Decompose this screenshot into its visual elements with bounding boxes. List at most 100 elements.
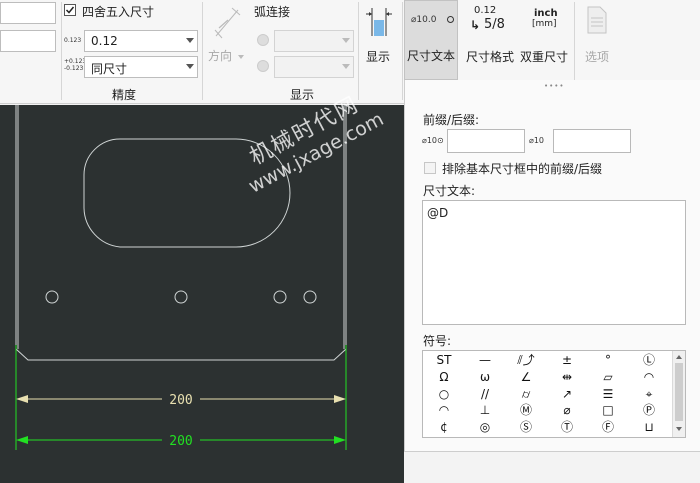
direction-button[interactable]: 方向 (208, 47, 244, 64)
symbol-grid: ST — ⫽⤴ ± ° Ⓛ Ωω ∠ ⇹ ▱ ◠ ○//⌭ ↗ ☰ ⌖ ◠ ⊥ Ⓜ ⌀ □ Ⓟ ¢ ◎ Ⓢ Ⓣ Ⓕ ⊔ (425, 352, 671, 436)
separator (202, 2, 203, 100)
dim-text-popup: •••• 前缀/后缀: ⌀10⊙ ⌀10 排除基本尺寸框中的前缀/后缀 尺寸文本… (404, 80, 700, 452)
prefix-input[interactable] (447, 129, 525, 153)
symbol-button[interactable]: — (470, 352, 500, 368)
direction-icon (214, 7, 241, 39)
symbol-button[interactable]: ⇹ (552, 369, 582, 385)
precision-icon: 0.123 (64, 37, 82, 44)
symbol-button[interactable]: ° (593, 352, 623, 368)
circle-icon (447, 16, 454, 23)
arc-radio-icon (257, 34, 269, 46)
symbol-button[interactable]: // (470, 386, 500, 402)
left-cut-input-2[interactable] (0, 30, 56, 52)
dim-format-icon-bottom: 5/8 (484, 17, 505, 32)
dual-dim-icon-bottom: [mm] (532, 19, 557, 29)
part-outline (15, 105, 347, 361)
symbol-button[interactable]: ◠ (429, 402, 459, 418)
part-drawing: 200 200 (15, 105, 347, 450)
symbol-button[interactable]: ▱ (593, 369, 623, 385)
precision-value: 0.12 (91, 34, 118, 48)
symbol-button[interactable]: Ⓟ (634, 402, 664, 418)
dim-format-button[interactable]: 0.12 ↳ 5/8 尺寸格式 (462, 2, 516, 76)
direction-label: 方向 (208, 49, 233, 63)
symbol-button[interactable]: ⊔ (634, 419, 664, 435)
exclude-checkbox[interactable] (424, 162, 436, 174)
dim-text-label: 尺寸文本: (423, 184, 476, 198)
hole (174, 290, 188, 304)
symbol-button[interactable]: Ⓢ (511, 419, 541, 435)
dim-text-area[interactable]: @D (422, 200, 686, 325)
symbol-button[interactable]: □ (593, 402, 623, 418)
symbol-button[interactable]: ¢ (429, 419, 459, 435)
display-button[interactable]: 显示 (360, 2, 398, 76)
options-button[interactable]: 选项 (578, 2, 618, 76)
hole (45, 290, 59, 304)
chevron-down-icon (186, 38, 194, 43)
symbol-button[interactable]: ω (470, 369, 500, 385)
tolerance-select[interactable]: 同尺寸 (84, 56, 198, 78)
arc-radio-icon (257, 60, 269, 72)
suffix-input[interactable] (553, 129, 631, 153)
chevron-down-icon (186, 64, 194, 69)
drawing-canvas[interactable]: 200 200 (0, 105, 404, 483)
symbol-button[interactable]: ST (429, 352, 459, 368)
chevron-down-icon (342, 38, 350, 43)
symbol-button[interactable]: ↗ (552, 386, 582, 402)
dual-dim-button-label: 双重尺寸 (520, 50, 569, 64)
symbol-palette: ST — ⫽⤴ ± ° Ⓛ Ωω ∠ ⇹ ▱ ◠ ○//⌭ ↗ ☰ ⌖ ◠ ⊥ Ⓜ ⌀ □ Ⓟ ¢ ◎ Ⓢ Ⓣ Ⓕ ⊔ (422, 350, 686, 438)
symbol-button[interactable]: ∠ (511, 369, 541, 385)
symbol-button[interactable]: ⫽⤴ (511, 352, 541, 368)
exclude-checkbox-label: 排除基本尺寸框中的前缀/后缀 (442, 162, 603, 176)
arrowhead (334, 436, 346, 444)
chevron-down-icon (237, 54, 244, 59)
symbols-label: 符号: (423, 334, 452, 348)
arc-select-1[interactable] (274, 30, 354, 52)
dim-text-symbol-icon: ⌀10.0 (411, 15, 437, 25)
arrowhead (334, 395, 346, 403)
hole (273, 290, 287, 304)
dim-text-top: 200 (169, 393, 192, 408)
scroll-up-icon[interactable] (676, 355, 682, 359)
symbol-button[interactable]: Ⓜ (511, 402, 541, 418)
symbol-button[interactable]: ± (552, 352, 582, 368)
dual-dim-icon-top: inch (534, 8, 558, 19)
symbol-button[interactable]: ⌀ (552, 402, 582, 418)
scroll-down-icon[interactable] (676, 427, 682, 431)
dual-dim-button[interactable]: inch [mm] 双重尺寸 (518, 2, 570, 76)
symbol-button[interactable]: ☰ (593, 386, 623, 402)
symbol-button[interactable]: ◎ (470, 419, 500, 435)
symbol-button[interactable]: Ⓣ (552, 419, 582, 435)
arc-select-2[interactable] (274, 56, 354, 78)
symbol-button[interactable]: ⌭ (511, 386, 541, 402)
options-button-label: 选项 (585, 50, 610, 64)
precision-select[interactable]: 0.12 (84, 30, 198, 52)
arrow-icon: ↳ (470, 18, 481, 32)
symbol-button[interactable]: Ⓛ (634, 352, 664, 368)
display-dim-icon (366, 8, 392, 36)
hole (303, 290, 317, 304)
symbol-button[interactable]: ◠ (634, 369, 664, 385)
separator (402, 2, 403, 100)
prefix-icon: ⌀10⊙ (422, 136, 444, 145)
dim-format-icon-top: 0.12 (474, 5, 497, 16)
scroll-thumb[interactable] (675, 363, 683, 421)
dim-text-value: @D (427, 206, 449, 220)
dim-format-button-label: 尺寸格式 (466, 50, 515, 64)
dim-text-button[interactable]: ⌀10.0 尺寸文本 (404, 0, 458, 80)
arrowhead (16, 395, 28, 403)
round-checkbox[interactable] (64, 4, 76, 16)
symbol-scrollbar[interactable] (672, 351, 685, 437)
left-cut-input-1[interactable] (0, 2, 56, 24)
arrowhead (16, 436, 28, 444)
separator (61, 2, 62, 100)
symbol-button[interactable]: Ω (429, 369, 459, 385)
arc-connect-label: 弧连接 (254, 5, 291, 19)
precision-group-label: 精度 (112, 88, 137, 102)
symbol-button[interactable]: ⌖ (634, 386, 664, 402)
symbol-button[interactable]: ⊥ (470, 402, 500, 418)
display-button-label: 显示 (366, 50, 391, 64)
popup-drag-handle[interactable]: •••• (544, 82, 565, 90)
dim-text-bottom: 200 (169, 434, 192, 449)
symbol-button[interactable]: ○ (429, 386, 459, 402)
symbol-button[interactable]: Ⓕ (593, 419, 623, 435)
